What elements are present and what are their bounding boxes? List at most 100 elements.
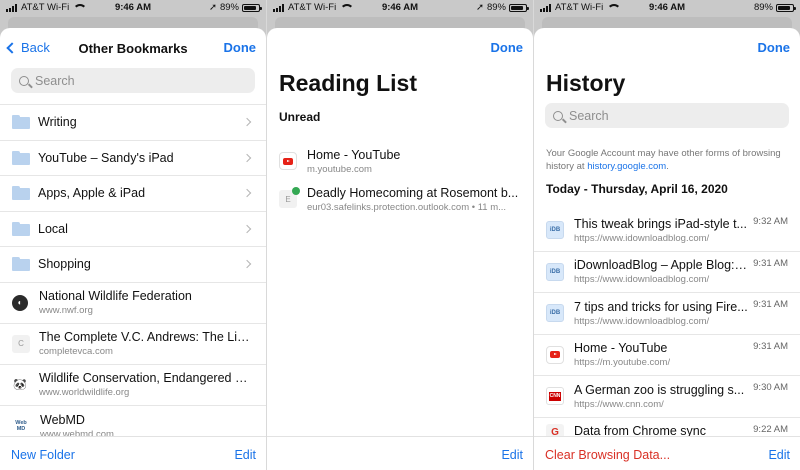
- item-title: Deadly Homecoming at Rosemont b...: [307, 185, 519, 200]
- reading-list-screen: AT&T Wi-Fi 9:46 AM ➚ 89% Done Reading Lis…: [267, 0, 533, 470]
- history-item[interactable]: Home - YouTube https://m.youtube.com/9:31…: [534, 335, 800, 376]
- folder-label: YouTube – Sandy's iPad: [38, 150, 174, 165]
- history-title: iDownloadBlog – Apple Blog: i...: [574, 258, 750, 273]
- nwf-favicon-icon: ◐: [12, 294, 28, 311]
- history-url: https://www.idownloadblog.com/: [574, 274, 710, 286]
- clear-browsing-data-button[interactable]: Clear Browsing Data...: [545, 448, 670, 462]
- bookmark-list: Writing YouTube – Sandy's iPad Apps, App…: [0, 104, 266, 447]
- folder-row[interactable]: Writing: [0, 105, 266, 141]
- history-time: 9:31 AM: [753, 299, 788, 310]
- folder-row[interactable]: Local: [0, 212, 266, 247]
- edit-button[interactable]: Edit: [768, 448, 790, 462]
- history-time: 9:22 AM: [753, 423, 788, 435]
- bookmark-title: Wildlife Conservation, Endangered Sp...: [39, 371, 252, 385]
- history-title: This tweak brings iPad-style t...: [574, 216, 747, 231]
- chevron-right-icon: [242, 224, 252, 233]
- folder-label: Shopping: [38, 257, 91, 272]
- folder-row[interactable]: YouTube – Sandy's iPad: [0, 141, 266, 176]
- screen: AT&T Wi-Fi 9:46 AM ➚ 89% Back Other Bookm…: [0, 0, 800, 470]
- idb-favicon-icon: iDB: [546, 304, 564, 323]
- battery-icon: [509, 3, 529, 12]
- folder-label: Writing: [38, 115, 77, 130]
- chevron-right-icon: [242, 153, 252, 162]
- history-screen: AT&T Wi-Fi 9:46 AM 89% Done History Sear…: [534, 0, 800, 470]
- battery-percent: 89%: [219, 2, 239, 13]
- reading-list: Home - YouTube m.youtube.com E Deadly Home…: [267, 142, 533, 218]
- nav-bar: Back Other Bookmarks Done: [0, 28, 266, 66]
- account-info-text: Your Google Account may have other forms…: [546, 148, 781, 172]
- done-button[interactable]: Done: [224, 40, 257, 55]
- toolbar: Edit: [267, 436, 533, 470]
- chevron-right-icon: [242, 118, 252, 127]
- bookmark-row[interactable]: 🐼 Wildlife Conservation, Endangered Sp...…: [0, 365, 266, 406]
- bookmark-title: The Complete V.C. Andrews: The Libr...: [39, 330, 252, 344]
- letter-c-favicon-icon: C: [12, 334, 30, 353]
- battery-fill: [244, 5, 257, 10]
- youtube-favicon-icon: [279, 152, 297, 170]
- history-url: https://www.idownloadblog.com/: [574, 315, 710, 327]
- nav-bar: Done: [534, 28, 800, 66]
- bookmark-url: www.worldwildlife.org: [39, 387, 130, 398]
- history-time: 9:32 AM: [753, 216, 788, 227]
- location-icon: ➚: [209, 2, 217, 13]
- bookmark-row[interactable]: C The Complete V.C. Andrews: The Libr... c…: [0, 324, 266, 365]
- battery-fill: [511, 5, 524, 10]
- bookmarks-screen: AT&T Wi-Fi 9:46 AM ➚ 89% Back Other Bookm…: [0, 0, 266, 470]
- status-bar: AT&T Wi-Fi 9:46 AM 89%: [534, 0, 800, 14]
- folder-row[interactable]: Shopping: [0, 247, 266, 283]
- done-button[interactable]: Done: [758, 40, 791, 55]
- bookmark-title: National Wildlife Federation: [39, 289, 192, 303]
- reading-list-item[interactable]: E Deadly Homecoming at Rosemont b... eur03…: [267, 180, 533, 218]
- search-input[interactable]: Search: [11, 68, 255, 93]
- battery-percent: 89%: [753, 2, 773, 13]
- wwf-panda-favicon-icon: 🐼: [12, 376, 28, 393]
- search-icon: [19, 75, 29, 86]
- page-title: Reading List: [279, 70, 418, 96]
- folder-row[interactable]: Apps, Apple & iPad: [0, 176, 266, 212]
- history-item[interactable]: iDB This tweak brings iPad-style t... http…: [534, 210, 800, 252]
- item-url: eur03.safelinks.protection.outlook.com •…: [307, 201, 507, 213]
- bookmark-url: www.nwf.org: [39, 305, 93, 316]
- bookmarks-sheet: Back Other Bookmarks Done Search Writing…: [0, 28, 266, 470]
- folder-icon: [12, 186, 30, 201]
- battery-percent: 89%: [486, 2, 506, 13]
- bookmark-title: WebMD: [40, 412, 85, 427]
- folder-label: Apps, Apple & iPad: [38, 186, 146, 201]
- section-header: Unread: [279, 110, 321, 124]
- history-item[interactable]: iDB 7 tips and tricks for using Fire... ht…: [534, 293, 800, 335]
- history-url: https://www.idownloadblog.com/: [574, 232, 710, 244]
- folder-icon: [12, 115, 30, 130]
- history-title: Home - YouTube: [574, 341, 668, 356]
- battery-fill: [778, 5, 791, 10]
- search-placeholder: Search: [569, 108, 609, 123]
- letter-e-favicon-icon: E: [279, 187, 300, 208]
- item-url: m.youtube.com: [307, 163, 372, 175]
- edit-button[interactable]: Edit: [234, 448, 256, 462]
- search-input[interactable]: Search: [545, 103, 789, 128]
- done-button[interactable]: Done: [491, 40, 524, 55]
- folder-icon: [12, 257, 30, 272]
- idb-favicon-icon: iDB: [546, 221, 564, 240]
- status-bar: AT&T Wi-Fi 9:46 AM ➚ 89%: [0, 0, 266, 14]
- battery-icon: [776, 3, 796, 12]
- new-folder-button[interactable]: New Folder: [11, 448, 75, 462]
- item-title: Home - YouTube: [307, 147, 401, 162]
- history-item[interactable]: CNN A German zoo is struggling s... https:…: [534, 376, 800, 418]
- reading-list-sheet: Done Reading List Unread Home - YouTube m…: [267, 28, 533, 470]
- history-url: https://m.youtube.com/: [574, 357, 671, 369]
- folder-label: Local: [38, 221, 68, 236]
- nav-bar: Done: [267, 28, 533, 66]
- toolbar: New Folder Edit: [0, 436, 266, 470]
- history-link[interactable]: history.google.com: [587, 161, 666, 172]
- history-time: 9:30 AM: [753, 382, 788, 393]
- search-icon: [553, 110, 563, 121]
- history-title: 7 tips and tricks for using Fire...: [574, 299, 748, 314]
- bookmark-url: completevca.com: [39, 346, 113, 357]
- history-title: A German zoo is struggling s...: [574, 382, 745, 397]
- history-item[interactable]: iDB iDownloadBlog – Apple Blog: i... https…: [534, 252, 800, 293]
- reading-list-item[interactable]: Home - YouTube m.youtube.com: [267, 142, 533, 180]
- battery-icon: [242, 3, 262, 12]
- edit-button[interactable]: Edit: [501, 448, 523, 462]
- history-list: iDB This tweak brings iPad-style t... http…: [534, 210, 800, 459]
- bookmark-row[interactable]: ◐ National Wildlife Federation www.nwf.org: [0, 283, 266, 324]
